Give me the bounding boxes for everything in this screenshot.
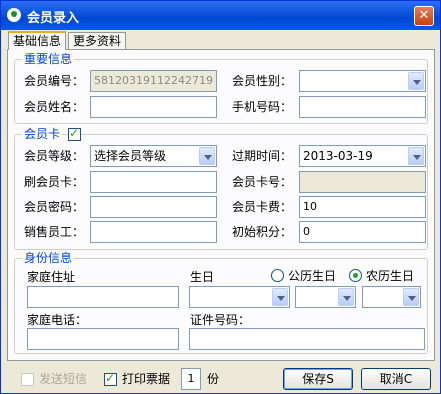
id-number-label: 证件号码：: [190, 313, 251, 327]
home-phone-label: 家庭电话：: [27, 313, 88, 327]
address-field[interactable]: [27, 286, 179, 308]
chevron-down-icon[interactable]: [403, 288, 419, 306]
sales-staff-label: 销售员工：: [24, 225, 85, 239]
important-info-group: 重要信息 会员编号： 5812031911224271​9 会员性别： 会员姓名…: [14, 52, 428, 124]
card-fee-label: 会员卡费：: [232, 200, 293, 214]
level-select-value: 选择会员等级: [94, 149, 167, 163]
cancel-button[interactable]: 取消C: [361, 368, 431, 390]
password-field[interactable]: [90, 196, 217, 218]
card-no-label: 会员卡号：: [232, 175, 293, 189]
expiry-date-picker[interactable]: 2013-03-19: [299, 145, 426, 167]
expiry-date-value: 2013-03-19: [303, 149, 373, 163]
gender-select[interactable]: [299, 70, 426, 92]
card-fee-field[interactable]: 10: [299, 196, 426, 218]
phone-field[interactable]: [299, 96, 426, 118]
member-no-field: 5812031911224271​9: [90, 70, 217, 92]
member-card-enable-checkbox[interactable]: [68, 126, 81, 141]
window-title: 会员录入: [27, 11, 80, 26]
lunar-birthday-radio[interactable]: [349, 269, 362, 282]
important-info-legend: 重要信息: [22, 52, 75, 66]
tab-panel: 重要信息 会员编号： 5812031911224271​9 会员性别： 会员姓名…: [7, 49, 435, 361]
lunar-birthday-label: 农历生日: [366, 269, 415, 283]
print-receipt-label: 打印票据: [122, 372, 171, 386]
level-select[interactable]: 选择会员等级: [90, 145, 217, 167]
identity-group: 身份信息 家庭住址 生日 公历生日 农历生日 家庭电话： 证件号码：: [14, 251, 428, 354]
birth-year-select[interactable]: [189, 286, 290, 308]
swipe-card-label: 刷会员卡：: [24, 175, 85, 189]
name-label: 会员姓名：: [24, 100, 85, 114]
member-card-legend: 会员卡: [22, 127, 63, 141]
expiry-label: 过期时间：: [232, 149, 293, 163]
phone-label: 手机号码：: [232, 100, 293, 114]
tab-basic-info[interactable]: 基础信息: [8, 31, 67, 50]
close-button[interactable]: ✕: [414, 6, 434, 26]
solar-birthday-label: 公历生日: [288, 269, 337, 283]
gender-label: 会员性别：: [232, 74, 293, 88]
send-sms-label: 发送短信: [39, 372, 88, 386]
copies-unit: 份: [207, 372, 220, 386]
title-bar[interactable]: 会员录入 ✕: [1, 1, 440, 30]
chevron-down-icon[interactable]: [338, 288, 354, 306]
tab-more-info[interactable]: 更多资料: [68, 32, 127, 49]
birth-day-select[interactable]: [362, 286, 421, 308]
member-entry-window: 会员录入 ✕ 基础信息 更多资料 重要信息 会员编号： 581203191122…: [0, 0, 441, 394]
address-label: 家庭住址: [27, 270, 76, 284]
card-no-field: [299, 171, 426, 193]
name-field[interactable]: [90, 96, 217, 118]
home-phone-field[interactable]: [27, 328, 179, 350]
birthday-label: 生日: [190, 270, 215, 284]
initial-points-field[interactable]: 0: [299, 221, 426, 243]
password-label: 会员密码：: [24, 200, 85, 214]
solar-birthday-radio[interactable]: [271, 269, 284, 282]
app-icon: [7, 8, 21, 22]
id-number-field[interactable]: [189, 328, 425, 350]
print-receipt-checkbox[interactable]: [104, 371, 117, 386]
member-no-label: 会员编号：: [24, 74, 85, 88]
copies-field[interactable]: 1: [181, 368, 201, 390]
chevron-down-icon[interactable]: [272, 288, 288, 306]
sales-staff-field[interactable]: [90, 221, 217, 243]
initial-points-label: 初始积分：: [232, 225, 293, 239]
member-card-group: 会员卡 会员等级： 选择会员等级 过期时间： 2013-03-19 刷会员卡： …: [14, 126, 428, 250]
chevron-down-icon[interactable]: [408, 72, 424, 90]
birth-month-select[interactable]: [295, 286, 356, 308]
chevron-down-icon[interactable]: [408, 147, 424, 165]
identity-legend: 身份信息: [22, 251, 75, 265]
save-button[interactable]: 保存S: [283, 368, 353, 390]
swipe-card-field[interactable]: [90, 171, 217, 193]
chevron-down-icon[interactable]: [199, 147, 215, 165]
level-label: 会员等级：: [24, 149, 85, 163]
send-sms-checkbox: [21, 373, 34, 386]
